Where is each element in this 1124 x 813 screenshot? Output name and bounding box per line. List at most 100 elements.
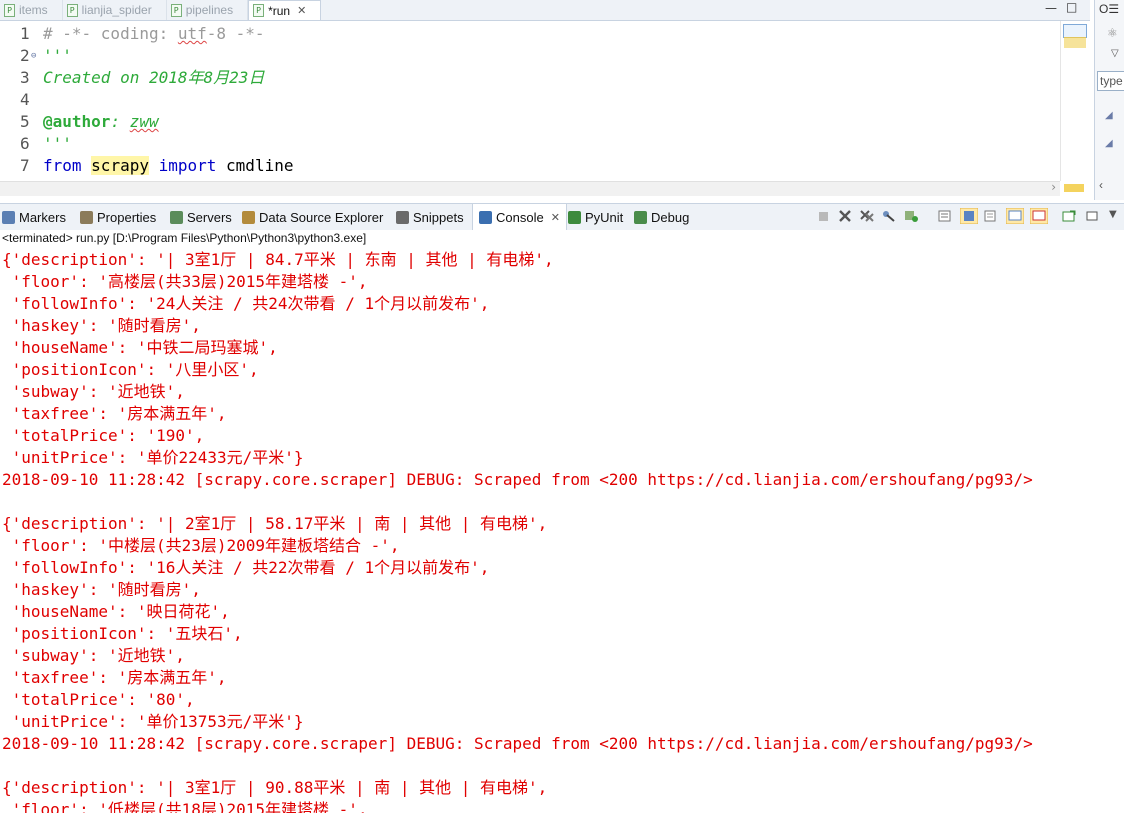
maximize-icon[interactable]: □ — [1066, 0, 1077, 14]
python-file-icon: P — [253, 4, 265, 17]
view-tab-data-source-explorer[interactable]: Data Source Explorer — [242, 204, 383, 230]
outline-filter-input[interactable]: type — [1097, 71, 1124, 91]
editor-tab[interactable]: Plianjia_spider — [63, 0, 167, 20]
close-icon[interactable]: ✕ — [551, 211, 560, 224]
view-tab-bar: Markers Properties Servers Data Source Expl… — [0, 203, 1124, 231]
view-menu-icon[interactable]: ▽ — [1111, 48, 1119, 59]
view-tab-label: Debug — [651, 209, 690, 225]
console-line: 'followInfo': '16人关注 / 共22次带看 / 1个月以前发布'… — [2, 558, 490, 577]
code-line[interactable]: 4 — [0, 89, 1060, 111]
code-token: Created on 2018年8月23日 — [43, 68, 265, 87]
line-number: 4 — [20, 90, 30, 109]
code-text: from scrapy import cmdline — [43, 155, 293, 177]
code-line[interactable]: 3 Created on 2018年8月23日 — [0, 67, 1060, 89]
display-selected-console-icon[interactable] — [1030, 208, 1048, 224]
console-line: 'taxfree': '房本满五年', — [2, 404, 227, 423]
code-token: @author — [43, 112, 111, 131]
code-token: import — [158, 156, 217, 175]
view-menu-icon[interactable]: ▼ — [1109, 209, 1117, 220]
console-line: 'unitPrice': '单价13753元/平米'} — [2, 712, 304, 731]
new-console-icon[interactable] — [1086, 210, 1100, 222]
minimize-icon[interactable]: — — [1045, 1, 1057, 15]
console-line: 2018-09-10 11:28:42 [scrapy.core.scraper… — [2, 734, 1033, 753]
view-tab-console[interactable]: Console ✕ — [472, 204, 567, 230]
remove-all-icon[interactable] — [860, 210, 874, 222]
code-line[interactable]: 2 ⊖ ''' — [0, 45, 1060, 67]
view-tab-label: Data Source Explorer — [259, 209, 384, 225]
console-line: 'houseName': '中铁二局玛塞城', — [2, 338, 278, 357]
editor-tab[interactable]: Pitems — [0, 0, 63, 20]
console-line: 2018-09-10 11:28:42 [scrapy.core.scraper… — [2, 470, 1033, 489]
code-token: utf — [177, 24, 207, 43]
console-line: 'totalPrice': '80', — [2, 690, 195, 709]
console-line: {'description': '| 3室1厅 | 84.7平米 | 东南 | … — [2, 250, 554, 269]
console-line: 'floor': '中楼层(共23层)2009年建板塔结合 -', — [2, 536, 400, 555]
view-tab-servers[interactable]: Servers — [170, 204, 232, 230]
markers-icon — [2, 210, 15, 224]
scroll-right-icon[interactable]: › — [1051, 180, 1056, 194]
view-tab-debug[interactable]: Debug — [634, 204, 689, 230]
show-on-error-icon[interactable] — [1006, 208, 1024, 224]
snippets-icon — [396, 210, 409, 224]
code-token: -8 -*- — [206, 24, 265, 43]
servers-icon — [170, 210, 183, 224]
code-token: scrapy — [91, 156, 149, 175]
ruler-viewport-marker — [1063, 24, 1087, 38]
console-line: 'haskey': '随时看房', — [2, 316, 201, 335]
debug-icon — [634, 210, 647, 224]
code-token: # -*- coding: — [43, 24, 178, 43]
code-text: @author: zww — [43, 111, 159, 133]
code-line[interactable]: 1 # -*- coding: utf-8 -*- — [0, 23, 1060, 45]
view-tab-label: Console — [496, 209, 544, 225]
overview-ruler[interactable] — [1060, 21, 1091, 181]
code-token: zww — [129, 112, 159, 131]
ruler-occurrence-marker[interactable] — [1064, 37, 1086, 48]
code-text: ''' — [43, 45, 72, 67]
show-on-output-icon[interactable] — [984, 210, 998, 222]
code-token: ''' — [43, 134, 72, 153]
editor-tab-label: lianjia_spider — [81, 3, 152, 17]
editor-tab-label: *run — [268, 3, 291, 18]
code-line[interactable]: 7 from scrapy import cmdline — [0, 155, 1060, 177]
python-file-icon: P — [170, 3, 182, 17]
close-icon[interactable]: ✕ — [297, 4, 306, 17]
editor-tab[interactable]: P *run ✕ — [248, 0, 322, 20]
view-tab-markers[interactable]: Markers — [2, 204, 66, 230]
remove-launch-icon[interactable] — [838, 210, 852, 222]
line-number: 3 — [20, 68, 30, 87]
code-token: ''' — [43, 46, 72, 65]
console-line: 'positionIcon': '八里小区', — [2, 360, 259, 379]
pin-icon[interactable] — [882, 210, 896, 222]
console-line: 'haskey': '随时看房', — [2, 580, 201, 599]
code-token: : — [110, 112, 130, 131]
view-tab-pyunit[interactable]: PyUnit — [568, 204, 623, 230]
outline-tab[interactable]: O☰ — [1099, 2, 1119, 16]
outline-expand-icon[interactable]: ◢ — [1105, 110, 1113, 121]
console-line: 'totalPrice': '190', — [2, 426, 205, 445]
fold-toggle-icon[interactable]: ⊖ — [31, 45, 36, 67]
view-tab-properties[interactable]: Properties — [80, 204, 156, 230]
view-tab-label: PyUnit — [585, 209, 624, 225]
editor-tab-label: items — [19, 3, 48, 17]
horizontal-scrollbar[interactable]: › — [0, 180, 1084, 196]
console-output[interactable]: {'description': '| 3室1厅 | 84.7平米 | 东南 | … — [0, 249, 1124, 813]
scroll-lock-icon[interactable] — [938, 210, 952, 222]
console-line: 'floor': '低楼层(共18层)2015年建塔楼 -', — [2, 800, 368, 813]
outline-toolbar-icon[interactable]: ⚛ — [1107, 26, 1118, 40]
line-number: 5 — [20, 112, 30, 131]
console-status-line: <terminated> run.py [D:\Program Files\Py… — [0, 230, 1124, 247]
code-line[interactable]: 6 ''' — [0, 133, 1060, 155]
code-editor[interactable]: 1 # -*- coding: utf-8 -*- 2 ⊖ ''' 3 Created on… — [0, 21, 1060, 181]
python-file-icon: P — [4, 3, 15, 17]
word-wrap-icon[interactable] — [960, 208, 978, 224]
view-tab-snippets[interactable]: Snippets — [396, 204, 464, 230]
editor-tab[interactable]: Ppipelines — [167, 0, 249, 20]
console-line: 'houseName': '映日荷花', — [2, 602, 230, 621]
outline-expand-icon[interactable]: ◢ — [1105, 138, 1113, 149]
open-console-icon[interactable] — [1062, 210, 1076, 222]
terminate-icon[interactable] — [817, 210, 831, 222]
scroll-left-icon[interactable]: ‹ — [1099, 178, 1103, 192]
code-line[interactable]: 5 @author: zww — [0, 111, 1060, 133]
console-debug-icon[interactable] — [904, 210, 918, 222]
view-tab-label: Properties — [97, 209, 157, 225]
